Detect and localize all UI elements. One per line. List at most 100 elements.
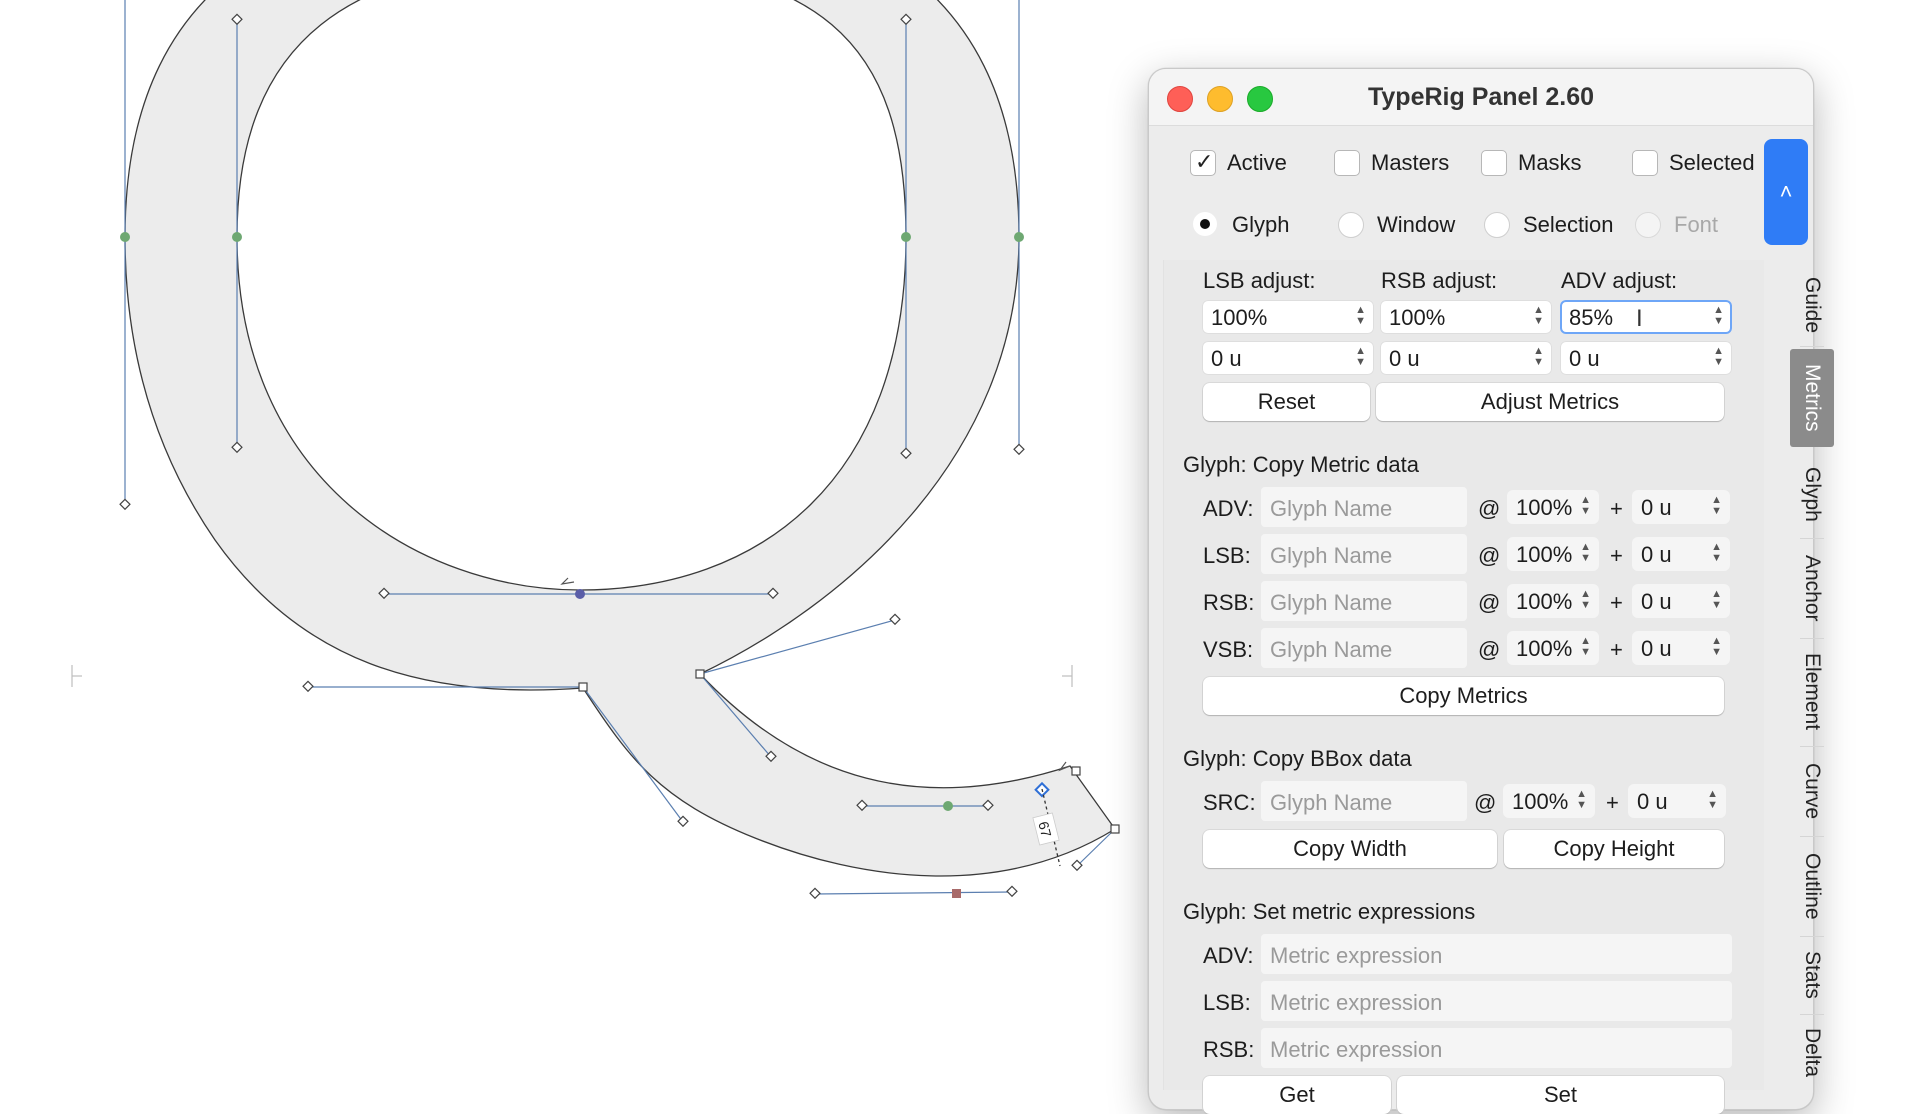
stepper-arrows-icon[interactable]: ▲ ▼	[1711, 636, 1722, 658]
selected-label: Selected	[1669, 150, 1755, 175]
tab-glyph[interactable]: Glyph	[1790, 454, 1834, 534]
expr-lsb-label: LSB:	[1203, 990, 1251, 1015]
copy-vsb-units-spinbox[interactable]: 0 u ▲ ▼	[1632, 631, 1730, 665]
expr-adv-label: ADV:	[1203, 943, 1254, 968]
copy-rsb-percent-spinbox[interactable]: 100% ▲ ▼	[1507, 584, 1599, 618]
reset-button[interactable]: Reset	[1203, 383, 1370, 421]
at-sign: @	[1478, 590, 1501, 615]
glyph-q-shape	[124, 0, 1116, 877]
tab-delta[interactable]: Delta	[1790, 1018, 1834, 1088]
copy-adv-units-spinbox[interactable]: 0 u ▲ ▼	[1632, 490, 1730, 524]
set-button[interactable]: Set	[1397, 1076, 1724, 1114]
active-label: Active	[1227, 150, 1287, 175]
masks-checkbox[interactable]	[1481, 150, 1507, 176]
expr-lsb-input[interactable]: Metric expression	[1261, 981, 1732, 1021]
masters-checkbox[interactable]	[1334, 150, 1360, 176]
stepper-arrows-icon[interactable]: ▲ ▼	[1707, 789, 1718, 811]
stepper-arrows-icon[interactable]: ▲ ▼	[1711, 495, 1722, 517]
window-radio[interactable]	[1338, 212, 1364, 238]
stepper-arrows-icon[interactable]: ▲ ▼	[1576, 789, 1587, 811]
copy-lsb-percent-spinbox[interactable]: 100% ▲ ▼	[1507, 537, 1599, 571]
rsb-percent-spinbox[interactable]: 100% ▲ ▼	[1380, 300, 1552, 334]
copy-adv-glyph-input[interactable]: Glyph Name	[1261, 487, 1467, 527]
expressions-section-title: Glyph: Set metric expressions	[1183, 899, 1476, 924]
text-cursor-icon: I	[1636, 305, 1643, 332]
copy-rsb-glyph-input[interactable]: Glyph Name	[1261, 581, 1467, 621]
expr-rsb-input[interactable]: Metric expression	[1261, 1028, 1732, 1068]
adv-adjust-label: ADV adjust:	[1561, 268, 1678, 293]
active-checkbox[interactable]: ✓	[1190, 149, 1216, 176]
copy-metric-section-title: Glyph: Copy Metric data	[1183, 452, 1419, 477]
direction-arrow-icon	[560, 577, 575, 585]
plus-sign: +	[1610, 590, 1623, 615]
smooth-node	[232, 232, 242, 242]
copy-rsb-units-spinbox[interactable]: 0 u ▲ ▼	[1632, 584, 1730, 618]
tab-element[interactable]: Element	[1790, 642, 1834, 742]
bbox-percent-spinbox[interactable]: 100% ▲ ▼	[1503, 784, 1595, 818]
expr-rsb-label: RSB:	[1203, 1037, 1255, 1062]
plus-sign: +	[1606, 790, 1619, 815]
copy-adv-label: ADV:	[1203, 496, 1254, 521]
adv-units-spinbox[interactable]: 0 u ▲ ▼	[1560, 341, 1732, 375]
selection-radio-label: Selection	[1523, 212, 1614, 237]
tab-anchor[interactable]: Anchor	[1790, 542, 1834, 634]
rsb-units-spinbox[interactable]: 0 u ▲ ▼	[1380, 341, 1552, 375]
copy-metrics-button[interactable]: Copy Metrics	[1203, 677, 1724, 715]
copy-height-button[interactable]: Copy Height	[1504, 830, 1724, 868]
stepper-arrows-icon[interactable]: ▲ ▼	[1580, 636, 1591, 658]
selection-radio[interactable]	[1484, 212, 1510, 238]
window-radio-label: Window	[1377, 212, 1456, 237]
collapse-button[interactable]: ˄	[1764, 139, 1808, 245]
copy-rsb-label: RSB:	[1203, 590, 1255, 615]
font-radio-label: Font	[1674, 212, 1719, 237]
lsb-adjust-label: LSB adjust:	[1203, 268, 1316, 293]
lsb-percent-spinbox[interactable]: 100% ▲ ▼	[1202, 300, 1374, 334]
copy-lsb-units-spinbox[interactable]: 0 u ▲ ▼	[1632, 537, 1730, 571]
stepper-arrows-icon[interactable]: ▲ ▼	[1713, 346, 1724, 368]
copy-vsb-glyph-input[interactable]: Glyph Name	[1261, 628, 1467, 668]
tab-metrics[interactable]: Metrics	[1790, 349, 1834, 447]
copy-lsb-glyph-input[interactable]: Glyph Name	[1261, 534, 1467, 574]
handle-line	[814, 891, 1013, 895]
stepper-arrows-icon[interactable]: ▲ ▼	[1355, 346, 1366, 368]
tab-guide[interactable]: Guide	[1790, 268, 1834, 342]
stepper-arrows-icon[interactable]: ▲ ▼	[1533, 305, 1544, 327]
stepper-arrows-icon[interactable]: ▲ ▼	[1580, 542, 1591, 564]
stepper-arrows-icon[interactable]: ▲ ▼	[1713, 305, 1724, 327]
rsb-percent-value: 100%	[1389, 305, 1446, 330]
smooth-node	[901, 232, 911, 242]
glyph-radio[interactable]	[1193, 212, 1217, 236]
stepper-arrows-icon[interactable]: ▲ ▼	[1711, 542, 1722, 564]
bbox-src-glyph-input[interactable]: Glyph Name	[1261, 781, 1467, 821]
stepper-arrows-icon[interactable]: ▲ ▼	[1580, 589, 1591, 611]
stepper-arrows-icon[interactable]: ▲ ▼	[1580, 495, 1591, 517]
tab-outline[interactable]: Outline	[1790, 840, 1834, 932]
stepper-arrows-icon[interactable]: ▲ ▼	[1355, 305, 1366, 327]
copy-vsb-percent-spinbox[interactable]: 100% ▲ ▼	[1507, 631, 1599, 665]
expr-adv-input[interactable]: Metric expression	[1261, 934, 1732, 974]
at-sign: @	[1474, 790, 1497, 815]
title-bar[interactable]: TypeRig Panel 2.60	[1149, 69, 1813, 126]
adjust-metrics-button[interactable]: Adjust Metrics	[1376, 383, 1724, 421]
lsb-units-spinbox[interactable]: 0 u ▲ ▼	[1202, 341, 1374, 375]
stepper-arrows-icon[interactable]: ▲ ▼	[1533, 346, 1544, 368]
tab-stats[interactable]: Stats	[1790, 940, 1834, 1010]
smooth-node	[120, 232, 130, 242]
glyph-q-outline[interactable]: 67	[0, 0, 1150, 1080]
copy-bbox-section-title: Glyph: Copy BBox data	[1183, 746, 1412, 771]
tab-curve[interactable]: Curve	[1790, 750, 1834, 832]
get-button[interactable]: Get	[1203, 1076, 1391, 1114]
adv-units-value: 0 u	[1569, 346, 1600, 371]
copy-vsb-label: VSB:	[1203, 637, 1254, 662]
selected-checkbox[interactable]	[1632, 150, 1658, 176]
plus-sign: +	[1610, 543, 1623, 568]
bbox-units-spinbox[interactable]: 0 u ▲ ▼	[1628, 784, 1726, 818]
adv-percent-spinbox[interactable]: 85% I ▲ ▼	[1560, 300, 1732, 334]
copy-width-button[interactable]: Copy Width	[1203, 830, 1497, 868]
chevron-up-icon: ˄	[1779, 179, 1793, 204]
start-node	[575, 589, 585, 599]
smooth-node	[1014, 232, 1024, 242]
stepper-arrows-icon[interactable]: ▲ ▼	[1711, 589, 1722, 611]
lsb-units-value: 0 u	[1211, 346, 1242, 371]
copy-adv-percent-spinbox[interactable]: 100% ▲ ▼	[1507, 490, 1599, 524]
